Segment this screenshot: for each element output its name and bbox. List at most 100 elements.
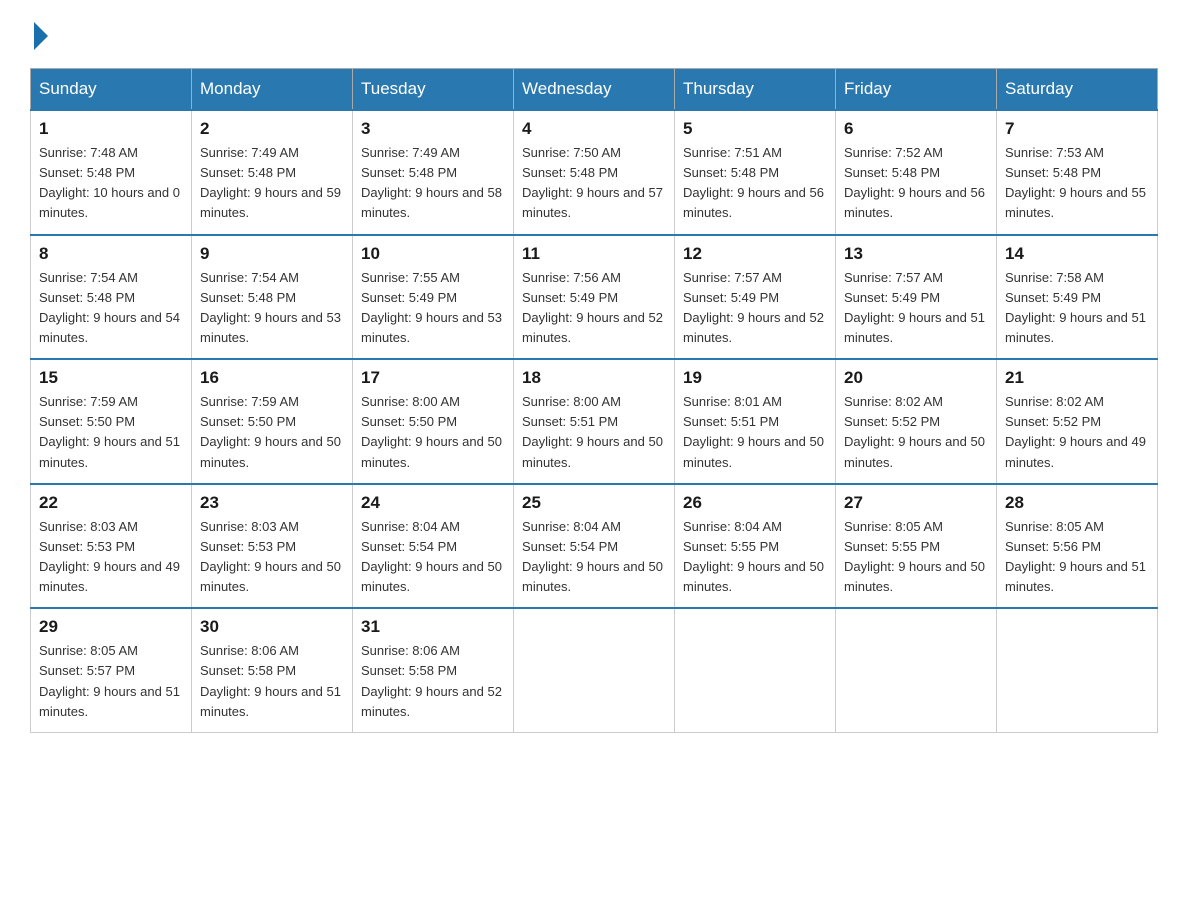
day-number: 12 (683, 244, 827, 264)
day-info: Sunrise: 8:06 AMSunset: 5:58 PMDaylight:… (200, 643, 341, 718)
calendar-day-13: 13 Sunrise: 7:57 AMSunset: 5:49 PMDaylig… (836, 235, 997, 360)
day-info: Sunrise: 7:50 AMSunset: 5:48 PMDaylight:… (522, 145, 663, 220)
day-number: 5 (683, 119, 827, 139)
day-number: 20 (844, 368, 988, 388)
calendar-day-14: 14 Sunrise: 7:58 AMSunset: 5:49 PMDaylig… (997, 235, 1158, 360)
day-number: 2 (200, 119, 344, 139)
week-row-2: 8 Sunrise: 7:54 AMSunset: 5:48 PMDayligh… (31, 235, 1158, 360)
calendar-day-17: 17 Sunrise: 8:00 AMSunset: 5:50 PMDaylig… (353, 359, 514, 484)
calendar-day-26: 26 Sunrise: 8:04 AMSunset: 5:55 PMDaylig… (675, 484, 836, 609)
day-number: 16 (200, 368, 344, 388)
day-info: Sunrise: 8:04 AMSunset: 5:55 PMDaylight:… (683, 519, 824, 594)
day-info: Sunrise: 8:05 AMSunset: 5:57 PMDaylight:… (39, 643, 180, 718)
calendar-day-12: 12 Sunrise: 7:57 AMSunset: 5:49 PMDaylig… (675, 235, 836, 360)
empty-cell (675, 608, 836, 732)
day-number: 9 (200, 244, 344, 264)
calendar-day-2: 2 Sunrise: 7:49 AMSunset: 5:48 PMDayligh… (192, 110, 353, 235)
calendar-day-20: 20 Sunrise: 8:02 AMSunset: 5:52 PMDaylig… (836, 359, 997, 484)
week-row-3: 15 Sunrise: 7:59 AMSunset: 5:50 PMDaylig… (31, 359, 1158, 484)
day-info: Sunrise: 8:03 AMSunset: 5:53 PMDaylight:… (200, 519, 341, 594)
day-info: Sunrise: 8:01 AMSunset: 5:51 PMDaylight:… (683, 394, 824, 469)
week-row-5: 29 Sunrise: 8:05 AMSunset: 5:57 PMDaylig… (31, 608, 1158, 732)
day-number: 1 (39, 119, 183, 139)
empty-cell (836, 608, 997, 732)
empty-cell (997, 608, 1158, 732)
day-info: Sunrise: 7:56 AMSunset: 5:49 PMDaylight:… (522, 270, 663, 345)
calendar-day-10: 10 Sunrise: 7:55 AMSunset: 5:49 PMDaylig… (353, 235, 514, 360)
week-row-4: 22 Sunrise: 8:03 AMSunset: 5:53 PMDaylig… (31, 484, 1158, 609)
day-number: 13 (844, 244, 988, 264)
day-number: 15 (39, 368, 183, 388)
calendar-day-24: 24 Sunrise: 8:04 AMSunset: 5:54 PMDaylig… (353, 484, 514, 609)
day-number: 19 (683, 368, 827, 388)
day-number: 18 (522, 368, 666, 388)
calendar-day-16: 16 Sunrise: 7:59 AMSunset: 5:50 PMDaylig… (192, 359, 353, 484)
day-number: 14 (1005, 244, 1149, 264)
calendar-day-31: 31 Sunrise: 8:06 AMSunset: 5:58 PMDaylig… (353, 608, 514, 732)
week-row-1: 1 Sunrise: 7:48 AMSunset: 5:48 PMDayligh… (31, 110, 1158, 235)
weekday-header-monday: Monday (192, 69, 353, 111)
logo (30, 20, 48, 50)
day-number: 17 (361, 368, 505, 388)
day-number: 25 (522, 493, 666, 513)
day-number: 3 (361, 119, 505, 139)
day-info: Sunrise: 7:57 AMSunset: 5:49 PMDaylight:… (844, 270, 985, 345)
weekday-header-wednesday: Wednesday (514, 69, 675, 111)
calendar-day-5: 5 Sunrise: 7:51 AMSunset: 5:48 PMDayligh… (675, 110, 836, 235)
day-info: Sunrise: 8:04 AMSunset: 5:54 PMDaylight:… (361, 519, 502, 594)
day-info: Sunrise: 8:04 AMSunset: 5:54 PMDaylight:… (522, 519, 663, 594)
day-number: 21 (1005, 368, 1149, 388)
calendar-day-11: 11 Sunrise: 7:56 AMSunset: 5:49 PMDaylig… (514, 235, 675, 360)
day-number: 10 (361, 244, 505, 264)
calendar-day-29: 29 Sunrise: 8:05 AMSunset: 5:57 PMDaylig… (31, 608, 192, 732)
day-number: 28 (1005, 493, 1149, 513)
day-info: Sunrise: 7:49 AMSunset: 5:48 PMDaylight:… (361, 145, 502, 220)
day-info: Sunrise: 7:55 AMSunset: 5:49 PMDaylight:… (361, 270, 502, 345)
calendar-day-3: 3 Sunrise: 7:49 AMSunset: 5:48 PMDayligh… (353, 110, 514, 235)
day-number: 11 (522, 244, 666, 264)
calendar-day-25: 25 Sunrise: 8:04 AMSunset: 5:54 PMDaylig… (514, 484, 675, 609)
day-number: 4 (522, 119, 666, 139)
weekday-header-friday: Friday (836, 69, 997, 111)
weekday-header-row: SundayMondayTuesdayWednesdayThursdayFrid… (31, 69, 1158, 111)
day-number: 22 (39, 493, 183, 513)
day-info: Sunrise: 7:59 AMSunset: 5:50 PMDaylight:… (200, 394, 341, 469)
calendar-day-21: 21 Sunrise: 8:02 AMSunset: 5:52 PMDaylig… (997, 359, 1158, 484)
day-number: 30 (200, 617, 344, 637)
day-info: Sunrise: 7:59 AMSunset: 5:50 PMDaylight:… (39, 394, 180, 469)
day-number: 27 (844, 493, 988, 513)
weekday-header-thursday: Thursday (675, 69, 836, 111)
logo-arrow-icon (34, 22, 48, 50)
calendar-day-23: 23 Sunrise: 8:03 AMSunset: 5:53 PMDaylig… (192, 484, 353, 609)
calendar-day-8: 8 Sunrise: 7:54 AMSunset: 5:48 PMDayligh… (31, 235, 192, 360)
calendar-table: SundayMondayTuesdayWednesdayThursdayFrid… (30, 68, 1158, 733)
day-info: Sunrise: 7:51 AMSunset: 5:48 PMDaylight:… (683, 145, 824, 220)
calendar-day-28: 28 Sunrise: 8:05 AMSunset: 5:56 PMDaylig… (997, 484, 1158, 609)
calendar-day-9: 9 Sunrise: 7:54 AMSunset: 5:48 PMDayligh… (192, 235, 353, 360)
day-info: Sunrise: 8:00 AMSunset: 5:50 PMDaylight:… (361, 394, 502, 469)
day-info: Sunrise: 8:00 AMSunset: 5:51 PMDaylight:… (522, 394, 663, 469)
weekday-header-sunday: Sunday (31, 69, 192, 111)
calendar-day-27: 27 Sunrise: 8:05 AMSunset: 5:55 PMDaylig… (836, 484, 997, 609)
day-number: 24 (361, 493, 505, 513)
day-info: Sunrise: 8:02 AMSunset: 5:52 PMDaylight:… (1005, 394, 1146, 469)
calendar-day-1: 1 Sunrise: 7:48 AMSunset: 5:48 PMDayligh… (31, 110, 192, 235)
weekday-header-tuesday: Tuesday (353, 69, 514, 111)
day-info: Sunrise: 8:02 AMSunset: 5:52 PMDaylight:… (844, 394, 985, 469)
day-info: Sunrise: 7:54 AMSunset: 5:48 PMDaylight:… (39, 270, 180, 345)
day-info: Sunrise: 7:54 AMSunset: 5:48 PMDaylight:… (200, 270, 341, 345)
day-info: Sunrise: 7:53 AMSunset: 5:48 PMDaylight:… (1005, 145, 1146, 220)
day-number: 8 (39, 244, 183, 264)
day-info: Sunrise: 7:57 AMSunset: 5:49 PMDaylight:… (683, 270, 824, 345)
day-info: Sunrise: 7:48 AMSunset: 5:48 PMDaylight:… (39, 145, 180, 220)
empty-cell (514, 608, 675, 732)
calendar-day-4: 4 Sunrise: 7:50 AMSunset: 5:48 PMDayligh… (514, 110, 675, 235)
calendar-day-19: 19 Sunrise: 8:01 AMSunset: 5:51 PMDaylig… (675, 359, 836, 484)
day-info: Sunrise: 8:05 AMSunset: 5:55 PMDaylight:… (844, 519, 985, 594)
calendar-day-22: 22 Sunrise: 8:03 AMSunset: 5:53 PMDaylig… (31, 484, 192, 609)
day-number: 26 (683, 493, 827, 513)
day-number: 6 (844, 119, 988, 139)
calendar-day-18: 18 Sunrise: 8:00 AMSunset: 5:51 PMDaylig… (514, 359, 675, 484)
calendar-day-6: 6 Sunrise: 7:52 AMSunset: 5:48 PMDayligh… (836, 110, 997, 235)
day-info: Sunrise: 7:58 AMSunset: 5:49 PMDaylight:… (1005, 270, 1146, 345)
